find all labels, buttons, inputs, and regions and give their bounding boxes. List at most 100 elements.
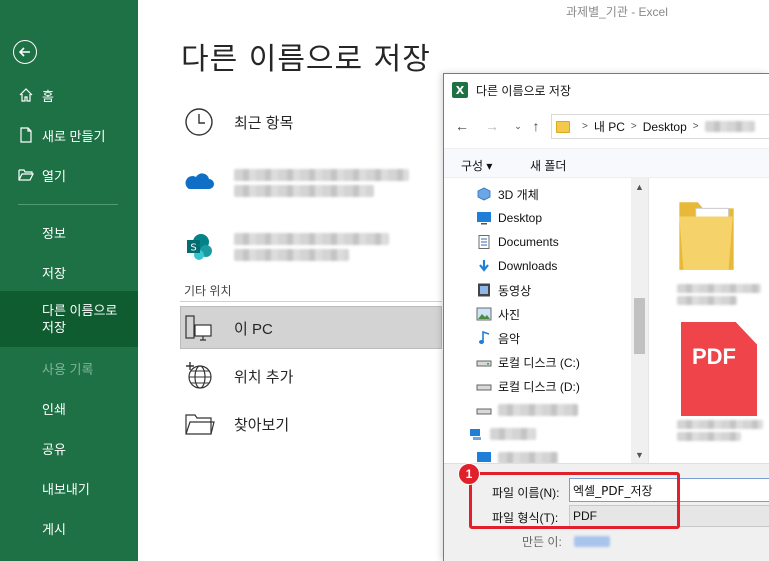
sidebar-item-publish[interactable]: 게시 xyxy=(42,519,66,538)
forward-arrow-icon[interactable]: → xyxy=(484,116,500,136)
dialog-toolbar: 구성 ▾ 새 폴더 xyxy=(444,148,769,178)
folder-icon xyxy=(679,202,734,270)
open-folder-icon xyxy=(18,167,34,183)
excel-icon: X xyxy=(452,82,468,98)
tree-item-drive-d[interactable]: 로컬 디스크 (D:) xyxy=(476,376,580,396)
location-label: 이 PC xyxy=(234,320,273,338)
downloads-icon xyxy=(476,259,492,273)
dialog-titlebar[interactable]: X 다른 이름으로 저장 xyxy=(444,74,769,106)
sharepoint-icon: S xyxy=(182,230,216,264)
tree-item-documents[interactable]: Documents xyxy=(476,232,559,252)
back-arrow-icon[interactable] xyxy=(13,40,37,64)
chevron-right-icon: > xyxy=(630,121,637,132)
tree-item-3d-objects[interactable]: 3D 개체 xyxy=(476,184,539,204)
breadcrumb-item[interactable]: 내 PC xyxy=(594,118,625,135)
3d-objects-icon xyxy=(476,187,492,201)
clock-icon xyxy=(182,105,216,139)
tree-item-pictures[interactable]: 사진 xyxy=(476,304,520,324)
tree-item-redacted[interactable] xyxy=(476,400,578,420)
breadcrumb-item[interactable]: Desktop xyxy=(643,120,687,134)
sidebar-item-print[interactable]: 인쇄 xyxy=(42,399,66,418)
highlight-box xyxy=(469,472,680,529)
step-badge: 1 xyxy=(458,463,480,485)
location-recent[interactable]: 최근 항목 xyxy=(182,105,293,139)
author-field: 만든 이: xyxy=(522,533,610,550)
pdf-file-item[interactable]: PDF xyxy=(677,316,769,456)
sidebar-item-save-as[interactable]: 다른 이름으로 저장 xyxy=(0,291,138,347)
tree-item-videos[interactable]: 동영상 xyxy=(476,280,531,300)
sidebar-item-label: 열기 xyxy=(42,168,66,184)
chevron-down-icon[interactable]: ⌄ xyxy=(510,116,526,136)
sidebar-item-history: 사용 기록 xyxy=(42,362,94,377)
sidebar-item-save[interactable]: 저장 xyxy=(42,263,66,282)
up-arrow-icon[interactable]: ↑ xyxy=(528,116,544,136)
folder-tree: 3D 개체 Desktop Documents Downloads 동영상 사진… xyxy=(444,178,644,463)
address-bar[interactable]: > 내 PC > Desktop > xyxy=(551,114,769,139)
home-icon xyxy=(18,87,34,103)
drive-icon xyxy=(476,379,492,393)
window-title: 과제별_기관 - Excel xyxy=(566,5,668,19)
sidebar-item-home[interactable]: 홈 xyxy=(0,82,138,108)
sidebar-item-new[interactable]: 새로 만들기 xyxy=(0,122,138,148)
tree-scrollbar[interactable]: ▲ ▼ xyxy=(631,178,648,463)
page-title: 다른 이름으로 저장 xyxy=(181,42,431,77)
redacted-text xyxy=(234,233,389,261)
organize-button[interactable]: 구성 ▾ xyxy=(461,157,492,174)
redacted-text xyxy=(677,284,761,305)
backstage-sidebar: 홈 새로 만들기 열기 정보 저장 다른 이름으로 저장 사용 기록 인쇄 공유 … xyxy=(0,0,138,561)
redacted-text xyxy=(573,536,610,547)
folder-item[interactable] xyxy=(675,194,769,305)
location-browse[interactable]: 찾아보기 xyxy=(182,407,289,441)
sidebar-item-label: 홈 xyxy=(42,88,54,104)
sidebar-divider xyxy=(18,204,118,205)
redacted-text xyxy=(490,428,536,440)
location-sharepoint[interactable]: S xyxy=(182,230,389,264)
author-label: 만든 이: xyxy=(522,535,562,549)
drive-icon xyxy=(476,403,492,417)
chevron-down-icon[interactable]: ▼ xyxy=(631,446,648,463)
svg-text:S: S xyxy=(190,243,196,254)
folder-icon xyxy=(556,120,570,133)
tree-item-music[interactable]: 음악 xyxy=(476,328,520,348)
redacted-text xyxy=(498,452,558,463)
sidebar-item-label: 새로 만들기 xyxy=(42,128,106,144)
sidebar-item-share[interactable]: 공유 xyxy=(42,439,66,458)
network-icon xyxy=(468,427,484,441)
desktop-icon xyxy=(476,451,492,463)
sidebar-item-info[interactable]: 정보 xyxy=(42,223,66,242)
dialog-navigation: ← → ⌄ ↑ > 내 PC > Desktop > xyxy=(444,110,769,142)
location-add[interactable]: 위치 추가 xyxy=(182,359,293,393)
redacted-text xyxy=(677,420,763,441)
location-onedrive[interactable] xyxy=(182,166,409,200)
tree-item-redacted[interactable] xyxy=(476,448,558,463)
tree-item-drive-c[interactable]: 로컬 디스크 (C:) xyxy=(476,352,580,372)
chevron-right-icon: > xyxy=(582,121,588,132)
pdf-icon: PDF xyxy=(681,322,757,416)
tree-item-network[interactable] xyxy=(468,424,536,444)
redacted-text xyxy=(498,404,578,416)
file-list: PDF xyxy=(648,178,769,463)
new-folder-button[interactable]: 새 폴더 xyxy=(530,157,566,174)
video-icon xyxy=(476,283,492,297)
other-locations-header: 기타 위치 xyxy=(180,282,442,302)
computer-icon xyxy=(182,311,216,345)
redacted-text xyxy=(234,169,409,197)
back-arrow-icon[interactable]: ← xyxy=(454,116,470,136)
redacted-text xyxy=(704,121,755,132)
pictures-icon xyxy=(476,307,492,321)
music-icon xyxy=(476,331,492,345)
desktop-icon xyxy=(476,211,492,225)
tree-item-desktop[interactable]: Desktop xyxy=(476,208,542,228)
location-label: 찾아보기 xyxy=(234,416,290,434)
sidebar-item-label: 다른 이름으로 저장 xyxy=(42,303,118,335)
new-document-icon xyxy=(18,127,34,143)
chevron-up-icon[interactable]: ▲ xyxy=(631,178,648,195)
onedrive-icon xyxy=(182,166,216,200)
location-label: 위치 추가 xyxy=(234,368,294,386)
sidebar-item-open[interactable]: 열기 xyxy=(0,162,138,188)
sidebar-item-export[interactable]: 내보내기 xyxy=(42,479,90,498)
scrollbar-thumb[interactable] xyxy=(634,298,645,354)
tree-item-downloads[interactable]: Downloads xyxy=(476,256,557,276)
location-this-pc[interactable]: 이 PC xyxy=(182,311,273,345)
documents-icon xyxy=(476,235,492,249)
